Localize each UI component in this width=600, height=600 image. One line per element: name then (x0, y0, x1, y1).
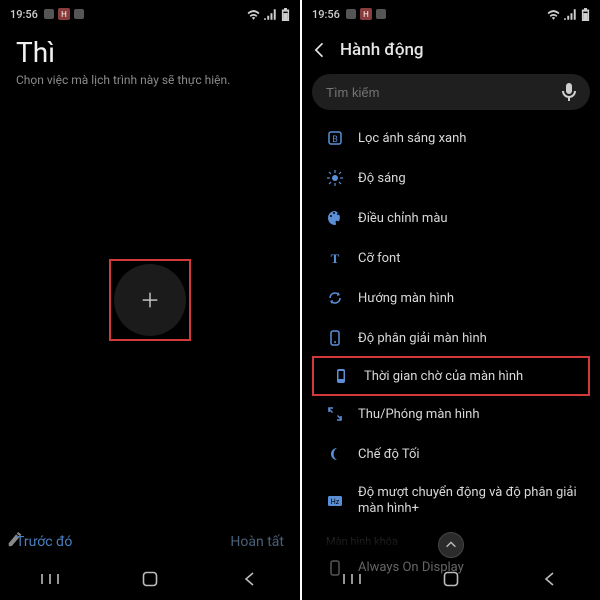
hz-icon: Hz (326, 492, 344, 510)
chevron-up-icon (444, 538, 458, 552)
search-input[interactable] (326, 85, 562, 100)
recents-button[interactable] (30, 564, 70, 594)
signal-icon (564, 9, 577, 20)
status-icon-2 (376, 9, 386, 19)
voice-search-button[interactable] (562, 83, 576, 101)
search-field[interactable] (312, 74, 590, 110)
back-arrow-button[interactable] (310, 40, 330, 60)
page-subtitle: Chọn việc mà lịch trình này sẽ thực hiện… (0, 71, 300, 97)
status-bar: 19:56 H (0, 0, 300, 28)
scroll-to-top-button[interactable] (438, 532, 464, 558)
resolution-icon (326, 329, 344, 347)
done-button[interactable]: Hoàn tất (230, 534, 284, 550)
row-orientation[interactable]: Hướng màn hình (308, 278, 594, 318)
signal-icon (264, 9, 277, 20)
status-icon-badge: H (360, 8, 372, 20)
battery-icon (281, 8, 290, 21)
font-icon: T (326, 249, 344, 267)
row-font-size[interactable]: T Cỡ font (308, 238, 594, 278)
row-dark-mode[interactable]: Chế độ Tối (308, 434, 594, 474)
wifi-icon (247, 9, 260, 20)
row-color-adjust[interactable]: Điều chỉnh màu (308, 198, 594, 238)
right-screen: 19:56 H Hành động B Lọc ánh sáng xanh (300, 0, 600, 600)
status-time: 19:56 (312, 8, 340, 21)
status-right-icons (247, 8, 290, 21)
svg-text:Hz: Hz (331, 498, 340, 506)
moon-icon (326, 445, 344, 463)
status-right-icons (547, 8, 590, 21)
row-zoom[interactable]: Thu/Phóng màn hình (308, 394, 594, 434)
status-icon-badge: H (58, 8, 70, 20)
svg-text:B: B (332, 135, 338, 145)
row-screen-timeout[interactable]: Thời gian chờ của màn hình (314, 358, 588, 394)
zoom-icon (326, 405, 344, 423)
status-time: 19:56 (10, 8, 38, 21)
prev-button[interactable]: Trước đó (16, 534, 72, 550)
back-button[interactable] (530, 564, 570, 594)
recents-button[interactable] (332, 564, 372, 594)
status-icon-1 (346, 9, 356, 19)
svg-text:T: T (331, 251, 340, 266)
fab-highlight-box (109, 259, 191, 341)
add-action-fab[interactable] (114, 264, 186, 336)
mic-icon (562, 83, 576, 101)
actions-list: B Lọc ánh sáng xanh Độ sáng Điều chỉnh m… (302, 118, 600, 588)
header: Hành động (302, 28, 600, 72)
palette-icon (326, 209, 344, 227)
status-left-icons: H (346, 8, 386, 20)
row-motion-smoothness[interactable]: Hz Độ mượt chuyển động và độ phân giải m… (308, 474, 594, 529)
plus-icon (139, 289, 161, 311)
rotate-icon (326, 289, 344, 307)
brightness-icon (326, 169, 344, 187)
timeout-icon (332, 367, 350, 385)
row-blue-light-filter[interactable]: B Lọc ánh sáng xanh (308, 118, 594, 158)
status-left-icons: H (44, 8, 84, 20)
status-bar: 19:56 H (302, 0, 600, 28)
nav-bar (302, 558, 600, 600)
battery-icon (581, 8, 590, 21)
left-screen: 19:56 H Thì Chọn việc mà lịch trình này … (0, 0, 300, 600)
nav-bar (0, 558, 300, 600)
home-button[interactable] (130, 564, 170, 594)
header-title: Hành động (340, 40, 424, 60)
home-button[interactable] (431, 564, 471, 594)
wifi-icon (547, 9, 560, 20)
status-icon-1 (44, 9, 54, 19)
row-brightness[interactable]: Độ sáng (308, 158, 594, 198)
back-button[interactable] (230, 564, 270, 594)
row-screen-timeout-highlight: Thời gian chờ của màn hình (312, 356, 590, 396)
blue-light-icon: B (326, 129, 344, 147)
status-icon-2 (74, 9, 84, 19)
page-title: Thì (0, 28, 300, 71)
chevron-left-icon (310, 40, 330, 60)
row-resolution[interactable]: Độ phân giải màn hình (308, 318, 594, 358)
